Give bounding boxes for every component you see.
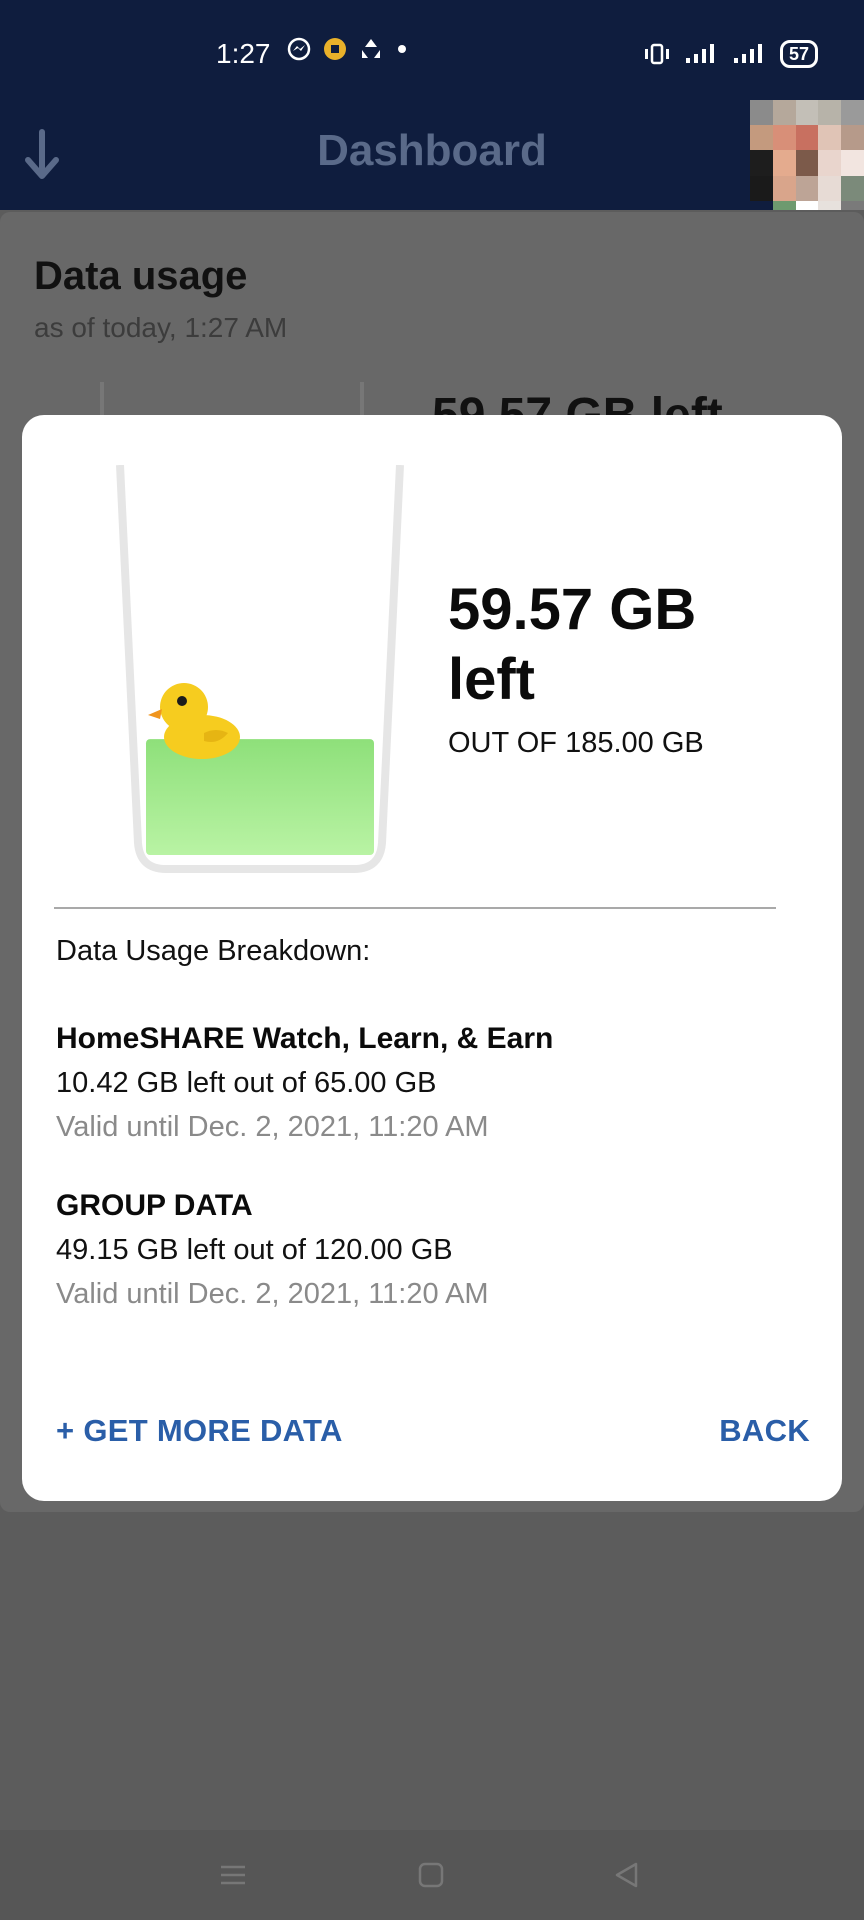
- sync-icon: [362, 39, 380, 58]
- divider: [54, 907, 776, 909]
- avatar[interactable]: [750, 100, 864, 226]
- card-heading: Data usage: [34, 254, 248, 298]
- status-icons-left: [286, 36, 406, 62]
- plan-item: HomeSHARE Watch, Learn, & Earn 10.42 GB …: [56, 1017, 553, 1149]
- status-time: 1:27: [216, 38, 271, 69]
- system-nav-bar: [0, 1830, 864, 1920]
- data-usage-dialog: 59.57 GB left OUT OF 185.00 GB Data Usag…: [22, 415, 842, 1501]
- card-subheading: as of today, 1:27 AM: [34, 312, 288, 343]
- app-bar: Dashboard: [0, 110, 864, 210]
- dot-icon: [398, 45, 406, 53]
- plan-validity: Valid until Dec. 2, 2021, 11:20 AM: [56, 1111, 489, 1143]
- home-icon[interactable]: [416, 1860, 446, 1890]
- messenger-icon: [287, 37, 311, 61]
- vibrate-icon: [644, 43, 669, 65]
- signal-icon: [685, 44, 714, 63]
- remaining-data: 59.57 GB left: [448, 575, 696, 715]
- plan-item: GROUP DATA 49.15 GB left out of 120.00 G…: [56, 1184, 489, 1316]
- page-title: Dashboard: [317, 126, 547, 175]
- plan-usage: 49.15 GB left out of 120.00 GB: [56, 1234, 453, 1266]
- notification-icon: [324, 38, 346, 60]
- signal-icon: [733, 44, 762, 63]
- rubber-duck-icon: [148, 683, 240, 759]
- total-data-label: OUT OF 185.00 GB: [448, 727, 704, 759]
- plan-name: GROUP DATA: [56, 1189, 253, 1222]
- back-triangle-icon[interactable]: [612, 1860, 642, 1890]
- get-more-data-button[interactable]: + GET MORE DATA: [56, 1413, 343, 1449]
- remaining-value: 59.57 GB: [448, 577, 697, 642]
- breakdown-title: Data Usage Breakdown:: [56, 935, 371, 967]
- menu-icon[interactable]: [218, 1860, 248, 1890]
- plan-validity: Valid until Dec. 2, 2021, 11:20 AM: [56, 1278, 489, 1310]
- plan-name: HomeSHARE Watch, Learn, & Earn: [56, 1022, 554, 1055]
- back-button[interactable]: BACK: [719, 1413, 810, 1449]
- status-bar: 1:27 57: [0, 0, 864, 110]
- status-icons-right: 57: [644, 40, 818, 68]
- plan-usage: 10.42 GB left out of 65.00 GB: [56, 1067, 437, 1099]
- remaining-suffix: left: [448, 647, 535, 712]
- battery-icon: 57: [779, 40, 818, 68]
